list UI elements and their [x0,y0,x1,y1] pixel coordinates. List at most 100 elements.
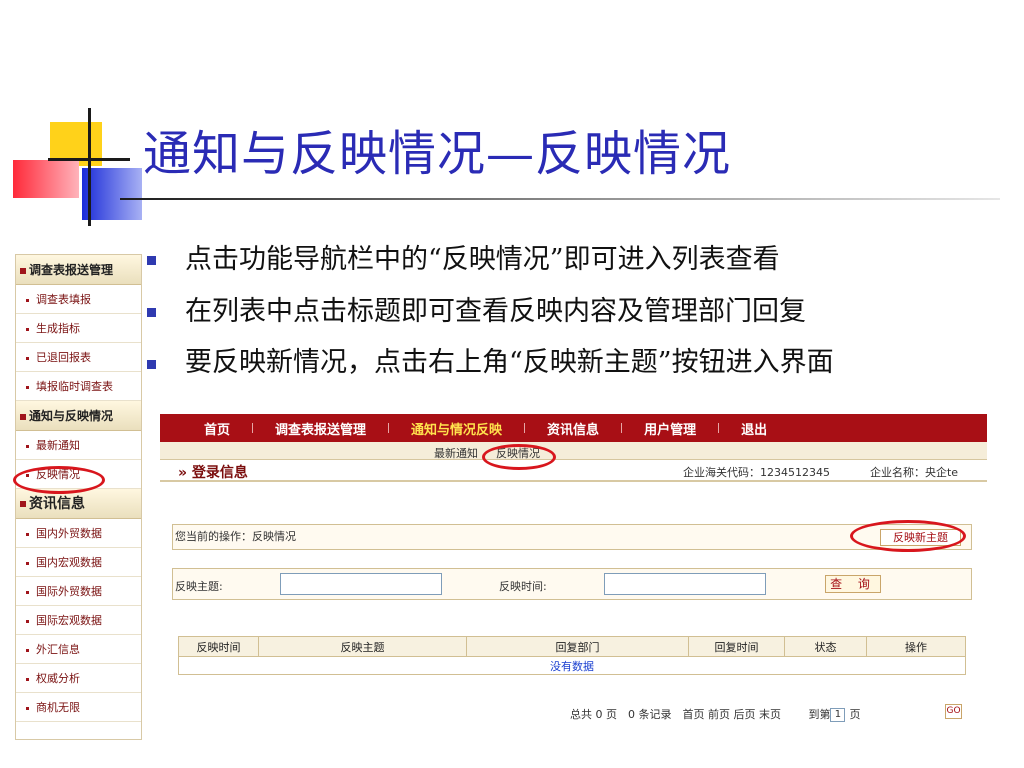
square-marker-icon [20,413,26,420]
square-marker-icon [20,267,26,274]
dot-icon [26,561,29,565]
sidebar-item-intl-trade[interactable]: 国际外贸数据 [16,577,141,606]
sidebar-item-generate-indicators[interactable]: 生成指标 [16,314,141,343]
sidebar-item-label: 调查表填报 [36,293,91,306]
sidebar-section-survey[interactable]: 调查表报送管理 [16,255,141,285]
sidebar-item-label: 填报临时调查表 [36,380,113,393]
sidebar-item-domestic-macro[interactable]: 国内宏观数据 [16,548,141,577]
bullet-square-icon [147,308,156,317]
sidebar-item-latest-notices[interactable]: 最新通知 [16,431,141,460]
column-header: 反映时间 [178,636,259,657]
nav-notices[interactable]: 通知与情况反映 [389,419,524,438]
login-info-title: » 登录信息 [178,465,248,481]
sidebar-item-returned-reports[interactable]: 已退回报表 [16,343,141,372]
dot-icon [26,298,29,302]
dot-icon [26,706,29,710]
app-window: 首页 调查表报送管理 通知与情况反映 资讯信息 用户管理 退出 最新通知 反映情… [160,414,987,744]
dot-icon [26,444,29,448]
query-button[interactable]: 查 询 [825,575,881,593]
dot-icon [26,648,29,652]
sidebar-item-label: 国际宏观数据 [36,614,102,627]
sidebar-item-label: 商机无限 [36,701,80,714]
time-label: 反映时间: [499,580,547,593]
red-bar [13,160,79,198]
sidebar-item-analysis[interactable]: 权威分析 [16,664,141,693]
bullet-square-icon [147,256,156,265]
sidebar-item-intl-macro[interactable]: 国际宏观数据 [16,606,141,635]
bullet-text: 在列表中点击标题即可查看反映内容及管理部门回复 [185,296,806,327]
goto-prefix: 到第 [808,708,831,721]
empty-message: 没有数据 [178,656,966,675]
sidebar-item-label: 生成指标 [36,322,80,335]
sidebar-item-label: 国内宏观数据 [36,556,102,569]
slide: 通知与反映情况—反映情况 点击功能导航栏中的“反映情况”即可进入列表查看 在列表… [0,0,1024,768]
bullet-text: 要反映新情况，点击右上角“反映新主题”按钮进入界面 [185,347,834,378]
time-input[interactable] [604,573,766,595]
dot-icon [26,532,29,536]
column-header: 回复部门 [466,636,689,657]
table-row: 没有数据 [178,656,966,675]
goto-suffix: 页 [849,708,861,721]
pagination-summary: 总共 0 页 0 条记录 首页 前页 后页 末页 [570,708,781,721]
sidebar-item-forex[interactable]: 外汇信息 [16,635,141,664]
sub-nav: 最新通知 反映情况 [160,442,987,460]
sidebar-item-label: 最新通知 [36,439,80,452]
topic-input[interactable] [280,573,442,595]
highlight-circle-subnav [482,444,556,470]
bullet-item: 在列表中点击标题即可查看反映内容及管理部门回复 [145,286,975,338]
sidebar-item-fill-survey[interactable]: 调查表填报 [16,285,141,314]
dot-icon [26,327,29,331]
section-title: 通知与反映情况 [29,409,114,423]
sidebar-section-info[interactable]: 资讯信息 [16,489,141,519]
column-header: 回复时间 [688,636,785,657]
horizontal-line [48,158,130,161]
dot-icon [26,677,29,681]
column-header: 反映主题 [258,636,467,657]
sidebar-item-label: 国际外贸数据 [36,585,102,598]
page-number-input[interactable]: 1 [830,708,846,722]
query-form: 反映主题: 反映时间: 查 询 [172,568,972,600]
square-marker-icon [20,501,26,507]
feedback-table: 反映时间 反映主题 回复部门 回复时间 状态 操作 没有数据 [178,636,966,675]
title-divider [120,198,1000,200]
highlight-circle-sidebar [13,466,105,494]
bullet-item: 点击功能导航栏中的“反映情况”即可进入列表查看 [145,234,975,286]
sidebar-item-label: 外汇信息 [36,643,80,656]
nav-info[interactable]: 资讯信息 [525,419,621,438]
customs-code: 企业海关代码：1234512345 [683,466,830,479]
section-title: 资讯信息 [29,496,85,512]
bullet-item: 要反映新情况，点击右上角“反映新主题”按钮进入界面 [145,338,975,378]
sidebar-item-opportunities[interactable]: 商机无限 [16,693,141,722]
nav-logout[interactable]: 退出 [719,419,789,438]
column-header: 操作 [866,636,966,657]
sidebar-item-domestic-trade[interactable]: 国内外贸数据 [16,519,141,548]
nav-survey[interactable]: 调查表报送管理 [253,419,388,438]
pagination: 总共 0 页 0 条记录 首页 前页 后页 末页 到第 1 页 [570,706,860,722]
dot-icon [26,590,29,594]
top-nav: 首页 调查表报送管理 通知与情况反映 资讯信息 用户管理 退出 [160,414,987,442]
nav-home[interactable]: 首页 [160,419,252,438]
dot-icon [26,385,29,389]
slide-title: 通知与反映情况—反映情况 [143,126,732,182]
bullet-list: 点击功能导航栏中的“反映情况”即可进入列表查看 在列表中点击标题即可查看反映内容… [145,234,975,378]
go-button[interactable]: GO [945,704,962,719]
bullet-square-icon [147,360,156,369]
section-title: 调查表报送管理 [29,263,114,277]
sidebar-item-label: 权威分析 [36,672,80,685]
nav-users[interactable]: 用户管理 [622,419,718,438]
login-info-bar: » 登录信息 企业海关代码：1234512345 企业名称：央企te [160,460,987,482]
sidebar-item-label: 国内外贸数据 [36,527,102,540]
bullet-text: 点击功能导航栏中的“反映情况”即可进入列表查看 [185,244,780,275]
topic-label: 反映主题: [175,580,223,593]
sidebar: 调查表报送管理 调查表填报 生成指标 已退回报表 填报临时调查表 通知与反映情况… [15,254,142,740]
highlight-circle-new-topic [850,520,966,552]
blue-square [82,168,142,220]
vertical-line [88,108,91,226]
company-name: 企业名称：央企te [870,466,959,479]
sidebar-section-notices[interactable]: 通知与反映情况 [16,401,141,431]
dot-icon [26,356,29,360]
subnav-latest-notices[interactable]: 最新通知 [434,445,478,461]
current-operation-text: 您当前的操作：反映情况 [175,530,296,543]
sidebar-item-label: 已退回报表 [36,351,91,364]
sidebar-item-temp-survey[interactable]: 填报临时调查表 [16,372,141,401]
